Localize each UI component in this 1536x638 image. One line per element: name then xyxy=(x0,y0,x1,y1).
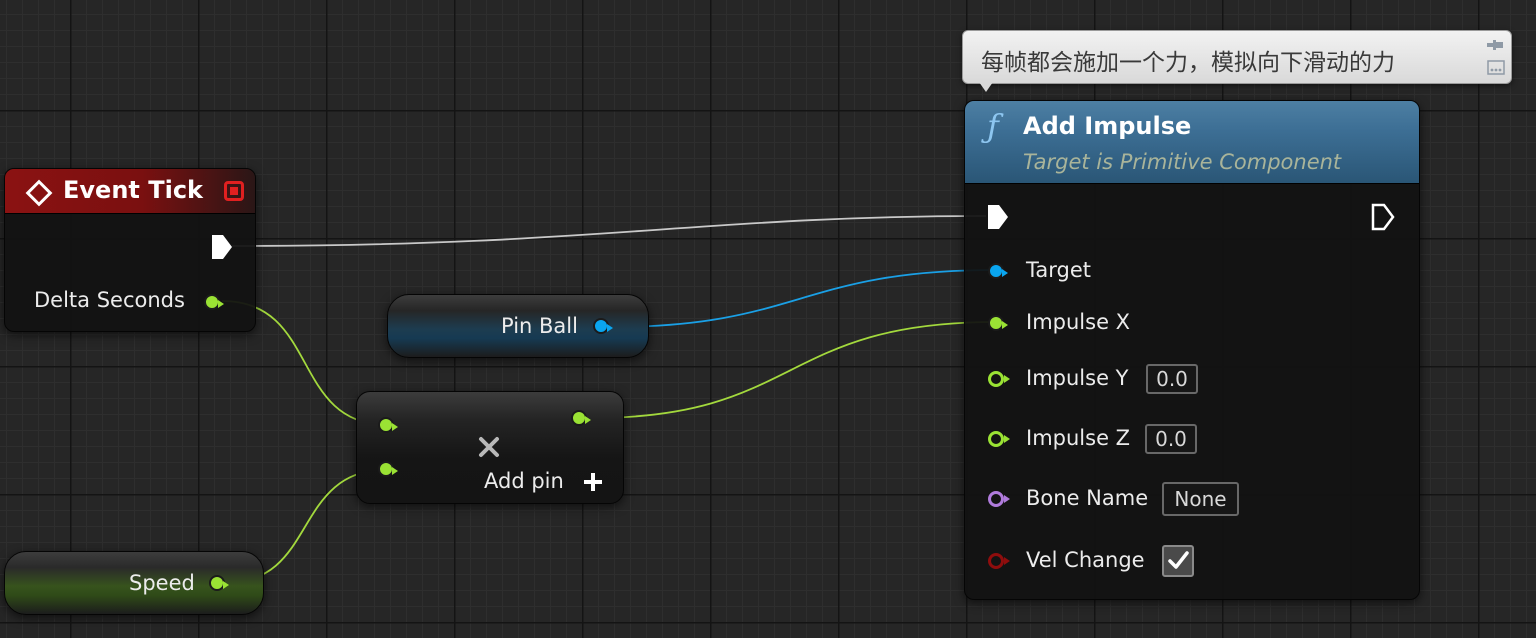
multiply-input-a-pin[interactable] xyxy=(378,417,398,433)
pin-ball-label: Pin Ball xyxy=(501,314,578,338)
pin-ball-wire xyxy=(609,269,997,328)
delta-seconds-pin[interactable] xyxy=(204,294,224,310)
multiply-input-b-pin[interactable] xyxy=(378,461,398,477)
impulse-x-pin[interactable] xyxy=(988,315,1008,331)
exec-in-pin[interactable] xyxy=(985,203,1011,231)
bone-name-pin[interactable] xyxy=(988,491,1010,507)
impulse-y-pin[interactable] xyxy=(988,371,1010,387)
pin-ball-pin[interactable] xyxy=(593,318,613,334)
speed-pin[interactable] xyxy=(209,575,229,591)
delta-seconds-label: Delta Seconds xyxy=(34,288,185,312)
bone-name-input[interactable]: None xyxy=(1162,482,1239,516)
speed-variable-node[interactable]: Speed xyxy=(4,551,264,615)
add-impulse-node[interactable]: ƒ Add Impulse Target is Primitive Compon… xyxy=(964,100,1420,600)
impulse-z-label: Impulse Z xyxy=(1026,426,1131,450)
vel-change-checkbox[interactable] xyxy=(1162,545,1194,577)
bone-name-label: Bone Name xyxy=(1026,486,1149,510)
event-tick-node[interactable]: Event Tick Delta Seconds xyxy=(4,168,256,332)
target-pin[interactable] xyxy=(988,263,1008,279)
event-delegate-icon[interactable] xyxy=(224,181,244,201)
add-pin-label[interactable]: Add pin xyxy=(484,469,564,493)
comment-text: 每帧都会施加一个力，模拟向下滑动的力 xyxy=(981,50,1395,76)
multiply-result-wire xyxy=(591,321,997,419)
plus-icon[interactable] xyxy=(582,471,604,493)
event-tick-exec-out-pin[interactable] xyxy=(209,233,235,261)
target-label: Target xyxy=(1026,258,1091,282)
add-impulse-subtitle: Target is Primitive Component xyxy=(1023,150,1342,174)
expand-comment-icon[interactable] xyxy=(1487,59,1505,75)
event-diamond-icon xyxy=(25,179,53,207)
comment-pointer xyxy=(979,82,993,92)
multiply-output-pin[interactable] xyxy=(571,410,591,426)
multiply-node[interactable]: Add pin xyxy=(356,391,624,504)
exec-wire xyxy=(231,215,987,247)
function-icon: ƒ xyxy=(987,107,999,145)
impulse-x-label: Impulse X xyxy=(1026,310,1131,334)
checkmark-icon xyxy=(1168,551,1189,569)
exec-out-pin[interactable] xyxy=(1370,203,1396,231)
comment-bubble[interactable]: 每帧都会施加一个力，模拟向下滑动的力 xyxy=(962,30,1512,92)
vel-change-pin[interactable] xyxy=(988,553,1010,569)
vel-change-label: Vel Change xyxy=(1026,548,1145,572)
impulse-y-label: Impulse Y xyxy=(1026,366,1129,390)
impulse-y-input[interactable]: 0.0 xyxy=(1146,364,1198,394)
pin-ball-variable-node[interactable]: Pin Ball xyxy=(387,294,649,358)
event-tick-title: Event Tick xyxy=(63,176,204,204)
multiply-icon xyxy=(479,437,499,457)
add-impulse-title: Add Impulse xyxy=(1023,112,1192,140)
speed-label: Speed xyxy=(129,571,195,595)
pin-comment-icon[interactable] xyxy=(1485,37,1505,53)
impulse-z-input[interactable]: 0.0 xyxy=(1145,424,1197,454)
impulse-z-pin[interactable] xyxy=(988,431,1010,447)
